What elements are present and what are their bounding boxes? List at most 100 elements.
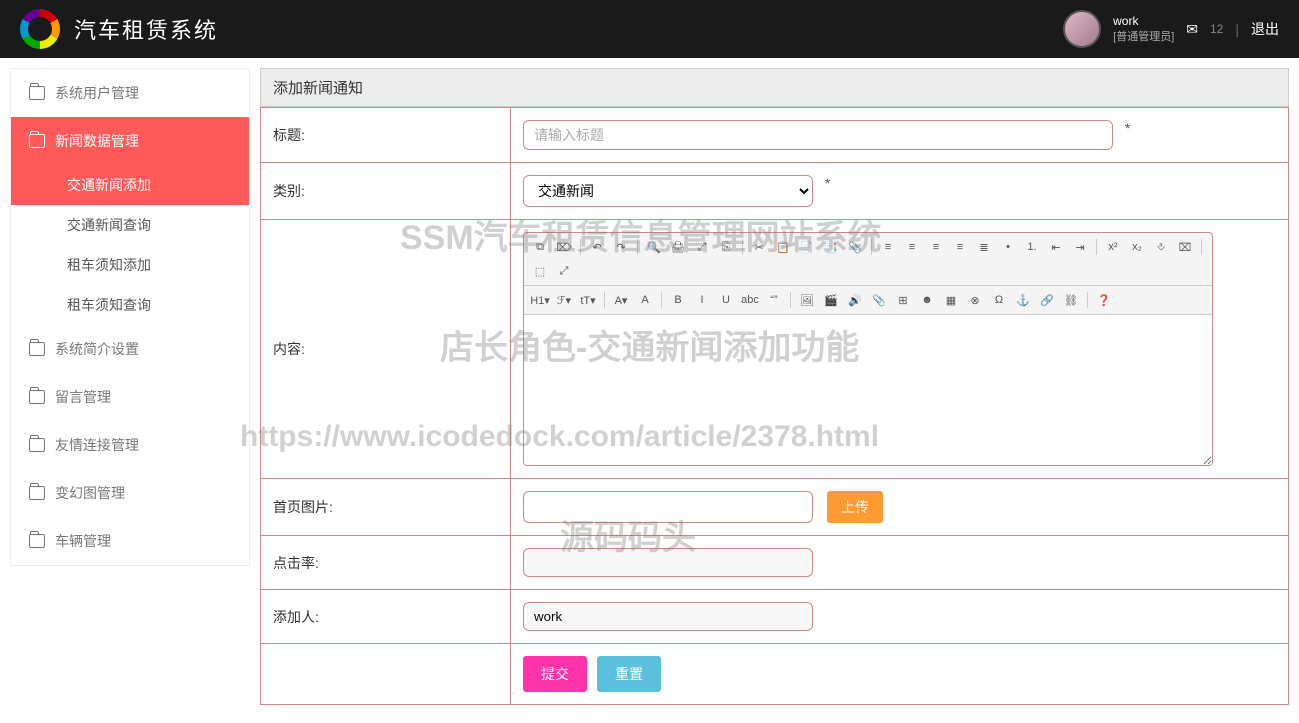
editor-tool-icon[interactable]: ↶	[587, 237, 607, 257]
editor-tool-icon[interactable]: ≡	[902, 237, 922, 257]
editor-tool-icon[interactable]: 🎬	[821, 290, 841, 310]
editor-tool-icon[interactable]: U	[716, 290, 736, 310]
sidebar-item-intro[interactable]: 系统简介设置	[11, 325, 249, 373]
cell-category: 交通新闻 *	[511, 163, 1289, 220]
editor-tool-icon[interactable]: ⇤	[1046, 237, 1066, 257]
editor-toolbar: ⧉⌦↶↷🔍🖨⤢⎘✂📋📄📑📎≡≡≡≡≣•1.⇤⇥x²x₂⎀⌧⬚⤢	[524, 233, 1212, 286]
submit-button[interactable]: 提交	[523, 656, 587, 692]
editor-tool-icon[interactable]: I	[692, 290, 712, 310]
sidebar-sub-rental-notice-query[interactable]: 租车须知查询	[11, 285, 249, 325]
editor-tool-icon[interactable]: 🔗	[1037, 290, 1057, 310]
editor-tool-icon[interactable]: A▾	[611, 290, 631, 310]
form-table: 标题: * 类别: 交通新闻 * 内容: ⧉⌦	[260, 107, 1289, 705]
editor-tool-icon[interactable]: ⌧	[1175, 237, 1195, 257]
upload-button[interactable]: 上传	[827, 491, 883, 523]
sidebar-item-comments[interactable]: 留言管理	[11, 373, 249, 421]
label-actions	[261, 644, 511, 705]
header-left: 汽车租赁系统	[20, 9, 218, 49]
content: 添加新闻通知 标题: * 类别: 交通新闻 * 内容:	[260, 68, 1289, 705]
editor-tool-icon[interactable]: ⤢	[554, 261, 574, 281]
editor-tool-icon[interactable]: ≣	[974, 237, 994, 257]
editor-tool-icon[interactable]: “”	[764, 290, 784, 310]
editor-tool-icon[interactable]: B	[668, 290, 688, 310]
editor-tool-icon[interactable]: ≡	[950, 237, 970, 257]
author-input[interactable]	[523, 602, 813, 631]
editor-tool-icon[interactable]: 🖼	[797, 290, 817, 310]
hits-input[interactable]	[523, 548, 813, 577]
editor-tool-icon[interactable]: 📋	[773, 237, 793, 257]
editor-tool-icon[interactable]: x₂	[1127, 237, 1147, 257]
editor-tool-icon[interactable]: ⤢	[692, 237, 712, 257]
editor-tool-icon[interactable]: ℱ▾	[554, 290, 574, 310]
editor-tool-icon[interactable]: ≡	[926, 237, 946, 257]
required-mark: *	[825, 175, 830, 191]
editor-tool-icon[interactable]: ⚓	[1013, 290, 1033, 310]
user-role: [普通管理员]	[1113, 30, 1174, 45]
avatar[interactable]	[1063, 10, 1101, 48]
sidebar-sub-rental-notice-add[interactable]: 租车须知添加	[11, 245, 249, 285]
main: 系统用户管理 新闻数据管理 交通新闻添加 交通新闻查询 租车须知添加 租车须知查…	[0, 58, 1299, 715]
label-content: 内容:	[261, 220, 511, 479]
editor-tool-icon[interactable]: ⊗	[965, 290, 985, 310]
cell-actions: 提交 重置	[511, 644, 1289, 705]
sidebar-sub-traffic-news-query[interactable]: 交通新闻查询	[11, 205, 249, 245]
sidebar-item-news[interactable]: 新闻数据管理	[11, 117, 249, 165]
sidebar-item-label: 友情连接管理	[55, 435, 139, 455]
editor-tool-icon[interactable]: H1▾	[530, 290, 550, 310]
editor-tool-icon[interactable]: ✂	[749, 237, 769, 257]
editor-tool-icon[interactable]: tT▾	[578, 290, 598, 310]
editor-tool-icon[interactable]: 🔍	[644, 237, 664, 257]
editor-tool-icon[interactable]: 🖨	[668, 237, 688, 257]
editor-tool-icon[interactable]: ⬚	[530, 261, 550, 281]
cover-input[interactable]	[523, 491, 813, 523]
editor-tool-icon[interactable]: 🔊	[845, 290, 865, 310]
folder-icon	[29, 134, 45, 148]
cell-hits	[511, 536, 1289, 590]
label-cover: 首页图片:	[261, 479, 511, 536]
editor-tool-icon[interactable]: ▦	[941, 290, 961, 310]
editor-tool-icon[interactable]: 1.	[1022, 237, 1042, 257]
editor-tool-icon[interactable]: abc	[740, 290, 760, 310]
header-right: work [普通管理员] ✉ 12 | 退出	[1063, 10, 1279, 48]
sidebar-item-vehicles[interactable]: 车辆管理	[11, 517, 249, 565]
sidebar-item-links[interactable]: 友情连接管理	[11, 421, 249, 469]
editor-tool-icon[interactable]: ☻	[917, 290, 937, 310]
editor-tool-icon[interactable]: ⇥	[1070, 237, 1090, 257]
editor-tool-icon[interactable]: 📎	[845, 237, 865, 257]
editor-tool-icon[interactable]: 📎	[869, 290, 889, 310]
editor-tool-icon[interactable]: ⧉	[530, 237, 550, 257]
username: work	[1113, 13, 1174, 30]
editor-tool-icon[interactable]: 📄	[797, 237, 817, 257]
editor-textarea[interactable]	[524, 315, 1212, 465]
folder-icon	[29, 486, 45, 500]
editor-tool-icon[interactable]: 📑	[821, 237, 841, 257]
editor-tool-icon[interactable]: ⎘	[716, 237, 736, 257]
editor-tool-icon[interactable]: Ω	[989, 290, 1009, 310]
folder-icon	[29, 342, 45, 356]
sidebar: 系统用户管理 新闻数据管理 交通新闻添加 交通新闻查询 租车须知添加 租车须知查…	[10, 68, 250, 566]
sidebar-item-users[interactable]: 系统用户管理	[11, 69, 249, 117]
mail-icon[interactable]: ✉	[1186, 21, 1198, 38]
required-mark: *	[1125, 120, 1130, 136]
editor-tool-icon[interactable]: ⛓	[1061, 290, 1081, 310]
editor-tool-icon[interactable]: A	[635, 290, 655, 310]
title-input[interactable]	[523, 120, 1113, 150]
label-hits: 点击率:	[261, 536, 511, 590]
editor-toolbar-2: H1▾ℱ▾tT▾ A▾ABIUabc“” 🖼🎬🔊📎⊞☻▦⊗Ω⚓🔗⛓ ❓	[524, 286, 1212, 315]
editor-tool-icon[interactable]: x²	[1103, 237, 1123, 257]
label-author: 添加人:	[261, 590, 511, 644]
logout-link[interactable]: 退出	[1251, 19, 1279, 39]
editor-tool-icon[interactable]: ⊞	[893, 290, 913, 310]
sidebar-sub-traffic-news-add[interactable]: 交通新闻添加	[11, 165, 249, 205]
reset-button[interactable]: 重置	[597, 656, 661, 692]
category-select[interactable]: 交通新闻	[523, 175, 813, 207]
editor-tool-icon[interactable]: ⎀	[1151, 237, 1171, 257]
editor-tool-icon[interactable]: •	[998, 237, 1018, 257]
sidebar-item-slides[interactable]: 变幻图管理	[11, 469, 249, 517]
editor-tool-icon[interactable]: ⌦	[554, 237, 574, 257]
cell-title: *	[511, 108, 1289, 163]
editor-tool-icon[interactable]: ❓	[1094, 290, 1114, 310]
editor-tool-icon[interactable]: ↷	[611, 237, 631, 257]
editor-tool-icon[interactable]: ≡	[878, 237, 898, 257]
sidebar-item-label: 车辆管理	[55, 531, 111, 551]
